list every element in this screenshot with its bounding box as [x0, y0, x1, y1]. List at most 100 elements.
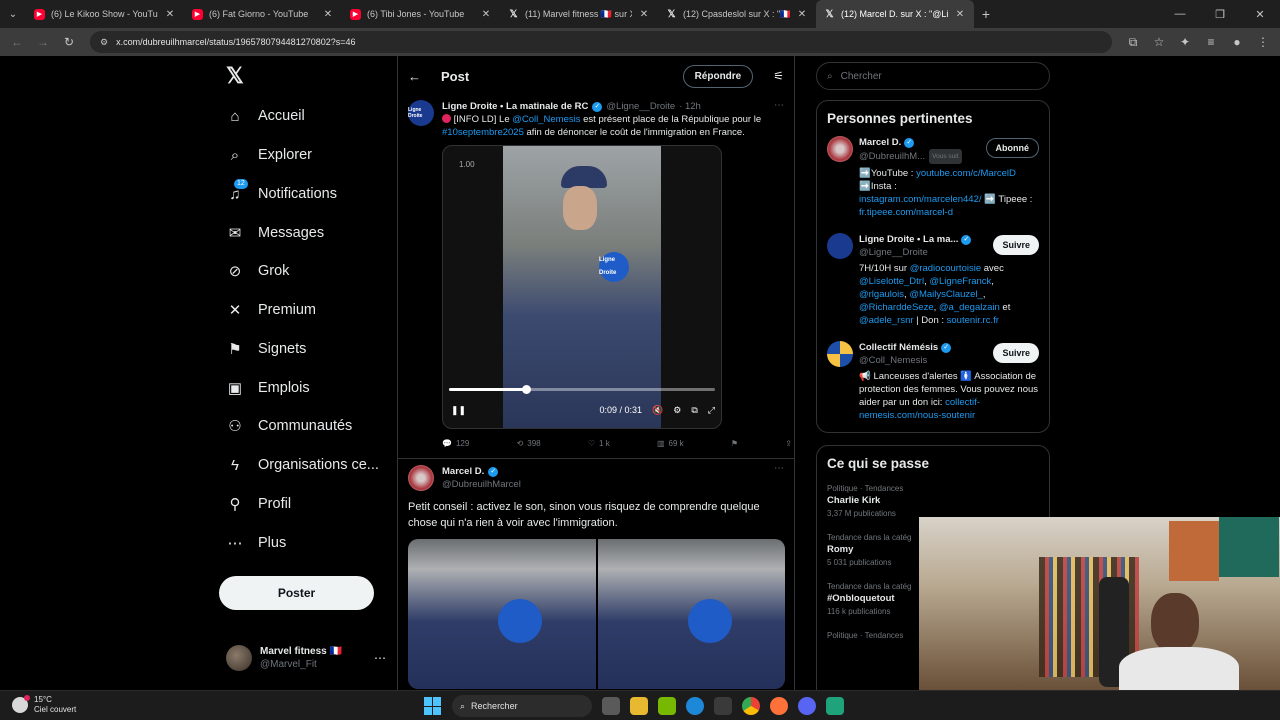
nav-item-profil[interactable]: ⚲ Profil: [226, 486, 292, 522]
mention-link[interactable]: @Coll_Nemesis: [512, 114, 580, 125]
close-icon[interactable]: ✕: [954, 9, 966, 20]
taskbar-search[interactable]: ⌕ Rechercher: [452, 695, 592, 717]
post-image[interactable]: [408, 539, 596, 689]
browser-tab[interactable]: 𝕏 (11) Marvel fitness 🇫🇷 sur X : "" ✕: [500, 0, 658, 28]
close-window-icon[interactable]: ✕: [1240, 0, 1280, 28]
avatar[interactable]: [827, 341, 853, 367]
discord-icon[interactable]: [798, 697, 816, 715]
nav-item-signets[interactable]: ⚑ Signets: [226, 331, 306, 367]
volume-mute-icon[interactable]: 🔇: [652, 404, 663, 417]
nav-item-grok[interactable]: ⊘ Grok: [226, 253, 290, 289]
filter-icon[interactable]: ⚟: [773, 69, 784, 83]
cast-icon[interactable]: ⧉: [1122, 31, 1144, 53]
close-icon[interactable]: ✕: [164, 9, 176, 20]
tab-search-icon[interactable]: ⌄: [0, 0, 26, 28]
nav-item-emplois[interactable]: ▣ Emplois: [226, 370, 310, 406]
post-image[interactable]: [597, 539, 785, 689]
profile-icon[interactable]: ●: [1226, 31, 1248, 53]
avatar[interactable]: [827, 233, 853, 259]
windows-start-icon[interactable]: [424, 697, 442, 715]
browser-menu-icon[interactable]: ⋮: [1252, 31, 1274, 53]
minimize-icon[interactable]: —: [1160, 0, 1200, 28]
quoted-post[interactable]: Ligne Droite Ligne Droite • La matinale …: [398, 96, 794, 450]
person-card[interactable]: Marcel D. ✓ @DubreuilhM... Vous suit ➡️You…: [827, 136, 1039, 219]
hashtag-link[interactable]: #10septembre2025: [442, 127, 524, 138]
person-card[interactable]: Collectif Némésis ✓ @Coll_Nemesis 📢 Lance…: [827, 341, 1039, 422]
restore-icon[interactable]: ❐: [1200, 0, 1240, 28]
weather-widget[interactable]: 15°C Ciel couvert: [12, 695, 76, 715]
extensions-icon[interactable]: ✦: [1174, 31, 1196, 53]
video-progress-bar[interactable]: [449, 385, 715, 394]
bio-link[interactable]: @rlgaulois: [859, 289, 904, 300]
address-bar[interactable]: ⚙ x.com/dubreuilhmarcel/status/196578079…: [90, 31, 1112, 53]
nav-item-messages[interactable]: ✉ Messages: [226, 215, 324, 251]
repost-action[interactable]: ⟲ 398: [517, 437, 541, 450]
more-icon[interactable]: ⋯: [774, 100, 784, 111]
bio-link[interactable]: instagram.com/marcelen442/: [859, 194, 982, 205]
app-icon[interactable]: [826, 697, 844, 715]
person-name[interactable]: Marcel D.: [859, 136, 901, 149]
bookmark-icon[interactable]: ⚑: [731, 437, 738, 450]
firefox-icon[interactable]: [770, 697, 788, 715]
file-explorer-icon[interactable]: [630, 697, 648, 715]
like-action[interactable]: ♡ 1 k: [588, 437, 610, 450]
main-post[interactable]: Marcel D. ✓ @DubreuilhMarcel ⋯ Petit con…: [398, 459, 794, 690]
share-icon[interactable]: ⇪: [785, 437, 792, 450]
settings-icon[interactable]: ⚙: [673, 404, 681, 417]
nvidia-icon[interactable]: [658, 697, 676, 715]
bio-link[interactable]: @radiocourtoisie: [910, 263, 981, 274]
avatar[interactable]: [408, 465, 434, 491]
reply-button[interactable]: Répondre: [682, 64, 754, 88]
browser-tab[interactable]: ▶ (6) Fat Giorno - YouTube ✕: [184, 0, 342, 28]
x-logo-icon[interactable]: 𝕏: [226, 64, 250, 88]
person-name[interactable]: Collectif Némésis: [859, 341, 938, 354]
reading-list-icon[interactable]: ≡: [1200, 31, 1222, 53]
bio-link[interactable]: @a_degalzain: [939, 302, 1000, 313]
new-tab-button[interactable]: +: [974, 6, 998, 22]
close-icon[interactable]: ✕: [638, 9, 650, 20]
pip-icon[interactable]: ⧉: [691, 404, 697, 417]
reply-action[interactable]: 💬 129: [442, 437, 469, 450]
store-icon[interactable]: [714, 697, 732, 715]
back-arrow-icon[interactable]: ←: [408, 69, 421, 84]
back-icon[interactable]: ←: [6, 31, 28, 53]
nav-item-accueil[interactable]: ⌂ Accueil: [226, 98, 304, 134]
task-view-icon[interactable]: [602, 697, 620, 715]
edge-icon[interactable]: [686, 697, 704, 715]
author-handle[interactable]: @DubreuilhMarcel: [442, 478, 784, 491]
avatar[interactable]: Ligne Droite: [408, 100, 434, 126]
bio-link[interactable]: youtube.com/c/MarcelD: [916, 168, 1016, 179]
author-name[interactable]: Marcel D.: [442, 465, 484, 478]
nav-item-organisations[interactable]: ϟ Organisations ce...: [226, 447, 379, 483]
bio-link[interactable]: soutenir.rc.fr: [947, 315, 999, 326]
nav-item-notifications[interactable]: ♫ 12 Notifications: [226, 176, 337, 212]
close-icon[interactable]: ✕: [796, 9, 808, 20]
browser-tab[interactable]: ▶ (6) Tibi Jones - YouTube ✕: [342, 0, 500, 28]
fullscreen-icon[interactable]: ⤢: [708, 404, 715, 417]
browser-tab-active[interactable]: 𝕏 (12) Marcel D. sur X : "@Ligne_ ✕: [816, 0, 974, 28]
views-action[interactable]: ▥ 69 k: [657, 437, 684, 450]
star-icon[interactable]: ☆: [1148, 31, 1170, 53]
reload-icon[interactable]: ↻: [58, 31, 80, 53]
avatar[interactable]: [827, 136, 853, 162]
trend-item[interactable]: Politique · Tendances Charlie Kirk 3,37 …: [827, 483, 1039, 519]
nav-item-plus[interactable]: ⋯ Plus: [226, 525, 287, 561]
forward-icon[interactable]: →: [32, 31, 54, 53]
author-name[interactable]: Ligne Droite • La matinale de RC: [442, 100, 588, 113]
post-button[interactable]: Poster: [219, 576, 374, 610]
more-icon[interactable]: ⋯: [774, 463, 784, 474]
pause-icon[interactable]: ❚❚: [451, 404, 466, 417]
bio-link[interactable]: @Liselotte_Dtrl: [859, 276, 924, 287]
nav-item-premium[interactable]: ✕ Premium: [226, 292, 316, 328]
close-icon[interactable]: ✕: [322, 9, 334, 20]
chrome-icon[interactable]: [742, 697, 760, 715]
following-button[interactable]: Abonné: [985, 138, 1039, 158]
author-handle[interactable]: @Ligne__Droite: [606, 100, 675, 113]
person-card[interactable]: Ligne Droite • La ma... ✓ @Ligne__Droite …: [827, 233, 1039, 327]
bio-link[interactable]: @RicharddeSeze: [859, 302, 934, 313]
search-input[interactable]: ⌕ Chercher: [816, 62, 1050, 90]
video-player[interactable]: Ligne Droite 1.00 ❚❚ 0:09 / 0:31 🔇 ⚙ ⧉ ⤢: [442, 145, 722, 429]
nav-item-explorer[interactable]: ⌕ Explorer: [226, 137, 312, 173]
bio-link[interactable]: @LigneFranck: [929, 276, 991, 287]
site-info-icon[interactable]: ⚙: [100, 37, 108, 48]
